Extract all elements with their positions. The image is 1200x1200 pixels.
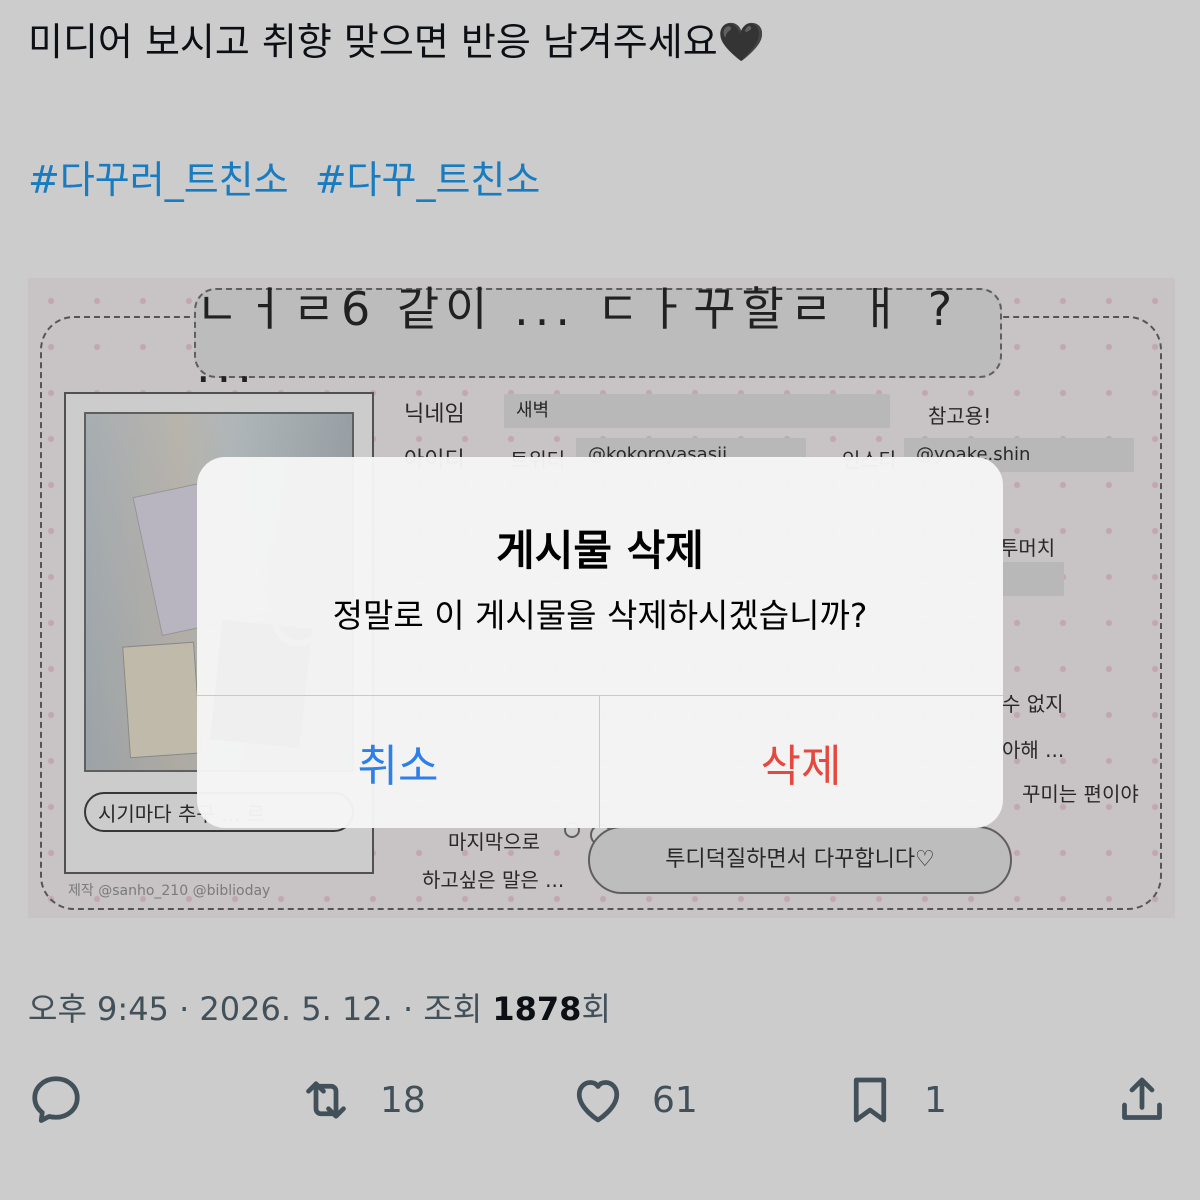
- alert-title: 게시물 삭제: [496, 526, 704, 575]
- alert-message: 정말로 이 게시물을 삭제하시겠습니까?: [332, 596, 868, 635]
- delete-button[interactable]: 삭제: [600, 696, 1002, 828]
- cancel-button[interactable]: 취소: [197, 696, 599, 828]
- delete-post-alert: 게시물 삭제 정말로 이 게시물을 삭제하시겠습니까? 취소 삭제: [197, 457, 1003, 828]
